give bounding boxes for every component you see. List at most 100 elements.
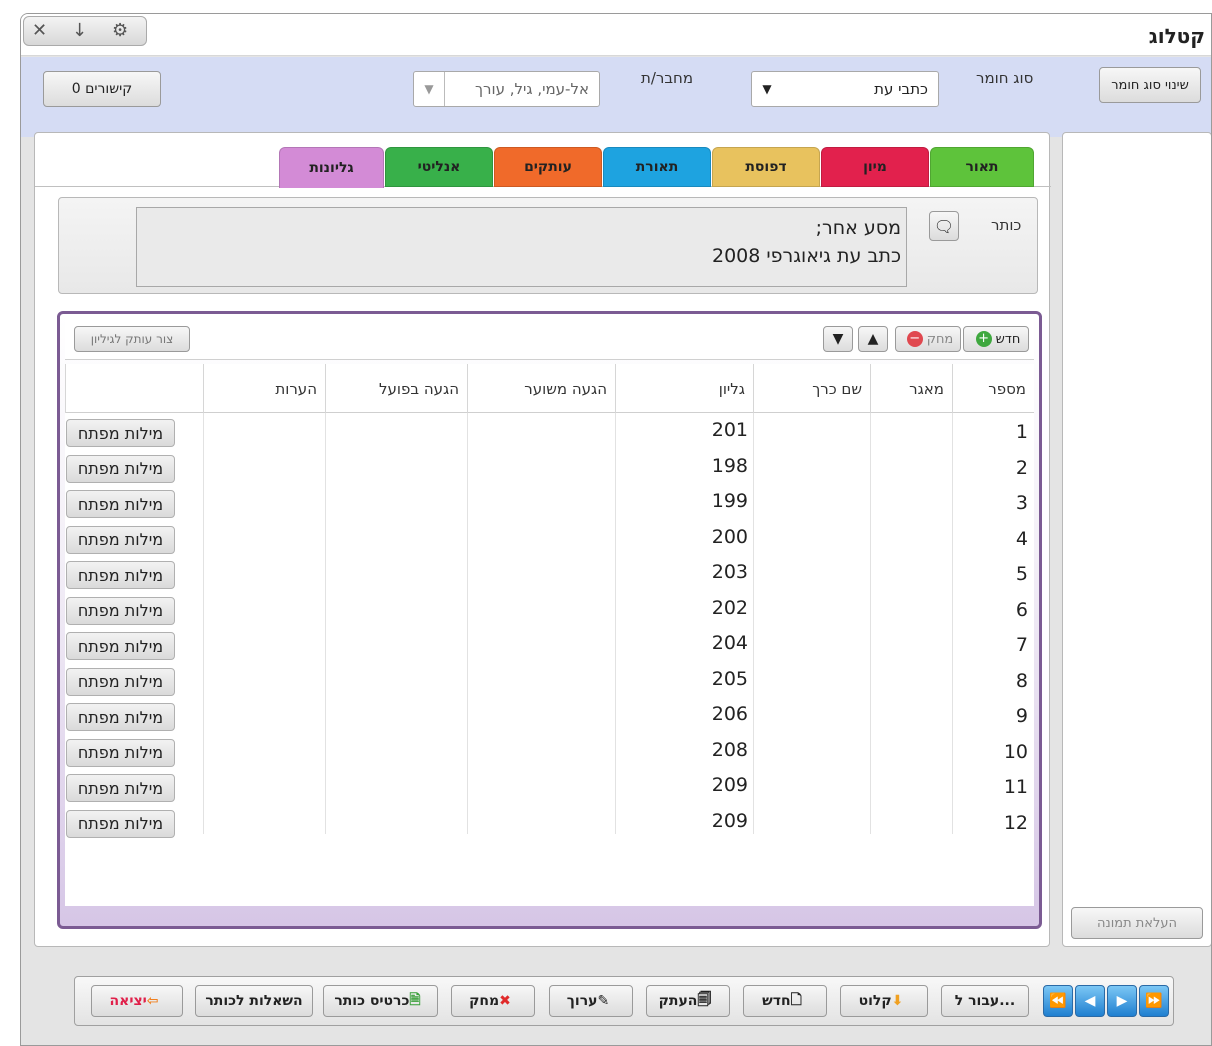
first-record-icon[interactable]: ⏪ (1043, 985, 1073, 1017)
row-number: 2 (1015, 456, 1028, 479)
keywords-button[interactable]: מילות מפתח (66, 419, 175, 447)
main-panel: תאור מיון דפוסת תאורת עותקים אנליטי גליו… (34, 132, 1051, 947)
table-row[interactable]: 6 202 מילות מפתח (65, 593, 1034, 629)
table-row[interactable]: 9 206 מילות מפתח (65, 699, 1034, 735)
import-button[interactable]: קלוט ⬇ (840, 985, 928, 1017)
exit-button[interactable]: יציאה ⇦ (91, 985, 183, 1017)
table-row[interactable]: 3 199 מילות מפתח (65, 486, 1034, 522)
col-keywords (65, 364, 203, 413)
keywords-button[interactable]: מילות מפתח (66, 809, 175, 838)
col-number[interactable]: מספר (952, 364, 1034, 413)
tab-copies[interactable]: עותקים (494, 147, 602, 187)
table-row[interactable]: 10 208 מילות מפתח (65, 735, 1034, 771)
row-number: 7 (1015, 634, 1028, 656)
tab-subjects[interactable]: תאורת (603, 147, 711, 187)
col-expected-arrival[interactable]: הגעה משוער (467, 364, 615, 413)
title-bar: ✕ ↓ ⚙ קטלוג (21, 14, 1211, 56)
keywords-button[interactable]: מילות מפתח (66, 454, 175, 483)
row-number: 1 (1015, 421, 1028, 443)
row-issue: 209 (711, 809, 748, 832)
row-number: 5 (1015, 563, 1028, 585)
tab-issues[interactable]: גליונות (279, 147, 384, 188)
chevron-down-icon[interactable]: ▼ (414, 72, 445, 106)
row-issue: 204 (711, 632, 748, 654)
table-row[interactable]: 12 209 מילות מפתח (65, 806, 1034, 842)
new-button[interactable]: חדש 🗋 (743, 985, 827, 1017)
row-issue: 198 (711, 454, 748, 477)
author-select[interactable]: אל-עמי, גיל, עורך ▼ (413, 71, 600, 107)
keywords-button[interactable]: מילות מפתח (66, 490, 175, 518)
row-number: 10 (1003, 740, 1028, 763)
settings-icon[interactable]: ⚙ (112, 20, 128, 41)
comment-icon[interactable]: 🗨 (929, 211, 959, 241)
material-type-select[interactable]: כתבי עת ▼ (751, 71, 939, 107)
keywords-button[interactable]: מילות מפתח (66, 738, 175, 767)
title-loans-button[interactable]: השאלות לכותר (195, 985, 313, 1017)
chevron-down-icon[interactable]: ▼ (752, 72, 782, 106)
action-toolbar: ⏩ ▶ ◀ ⏪ עבור ל... קלוט ⬇ חדש 🗋 העתק 🗐 ער… (74, 976, 1174, 1026)
table-row[interactable]: 7 204 מילות מפתח (65, 628, 1034, 664)
next-record-icon[interactable]: ▶ (1107, 985, 1137, 1017)
window-controls: ✕ ↓ ⚙ (23, 16, 147, 46)
move-up-button[interactable]: ▲ (858, 326, 888, 352)
table-row[interactable]: 2 198 מילות מפתח (65, 451, 1034, 487)
keywords-button[interactable]: מילות מפתח (66, 525, 175, 554)
links-button[interactable]: 0 קישורים (43, 71, 161, 107)
delete-issue-button[interactable]: − מחק (895, 326, 961, 352)
keywords-button[interactable]: מילות מפתח (66, 703, 175, 731)
upload-image-button[interactable]: העלאת תמונה (1071, 907, 1203, 939)
new-issue-button[interactable]: + חדש (963, 326, 1029, 352)
title-textarea[interactable]: מסע אחר; כתב עת גיאוגרפי 2008 (136, 207, 907, 287)
pencil-icon: ✎ (597, 993, 610, 1009)
row-issue: 200 (711, 525, 748, 548)
col-actual-arrival[interactable]: הגעה בפועל (325, 364, 467, 413)
keywords-button[interactable]: מילות מפתח (66, 561, 175, 589)
create-copy-button[interactable]: צור עותק לגיליון (74, 326, 190, 352)
tab-printing[interactable]: דפוסת (712, 147, 820, 187)
close-icon[interactable]: ✕ (32, 20, 47, 41)
tab-analytic[interactable]: אנליטי (385, 147, 493, 187)
keywords-button[interactable]: מילות מפתח (66, 774, 175, 802)
issues-table: מספר מאגר שם כרך גליון הגעה משוער הגעה ב… (65, 364, 1034, 906)
table-row[interactable]: 11 209 מילות מפתח (65, 770, 1034, 806)
tab-description[interactable]: תאור (930, 147, 1034, 187)
tab-classification[interactable]: מיון (821, 147, 929, 187)
copy-button[interactable]: העתק 🗐 (646, 985, 730, 1017)
keywords-button[interactable]: מילות מפתח (66, 667, 175, 696)
table-row[interactable]: 5 203 מילות מפתח (65, 557, 1034, 593)
title-section: כותר 🗨 מסע אחר; כתב עת גיאוגרפי 2008 (58, 197, 1038, 294)
chevron-up-icon: ▲ (867, 331, 879, 347)
prev-record-icon[interactable]: ◀ (1075, 985, 1105, 1017)
table-row[interactable]: 1 201 מילות מפתח (65, 415, 1034, 451)
issues-toolbar: + חדש − מחק ▲ ▼ צור עותק לגיליון (65, 318, 1034, 360)
issues-grid-panel: + חדש − מחק ▲ ▼ צור עותק לגיליון מספר מא… (57, 311, 1042, 929)
new-label: חדש (762, 993, 791, 1009)
keywords-button[interactable]: מילות מפתח (66, 596, 175, 625)
col-issue[interactable]: גליון (615, 364, 753, 413)
change-material-type-button[interactable]: שינוי סוג חומר (1099, 67, 1201, 103)
row-number: 3 (1015, 492, 1028, 514)
edit-button[interactable]: ערוך ✎ (549, 985, 633, 1017)
col-notes[interactable]: הערות (203, 364, 325, 413)
minimize-icon[interactable]: ↓ (72, 20, 87, 41)
col-database[interactable]: מאגר (870, 364, 952, 413)
row-number: 12 (1003, 811, 1028, 834)
goto-button[interactable]: עבור ל... (941, 985, 1029, 1017)
import-label: קלוט (858, 993, 892, 1009)
table-row[interactable]: 4 200 מילות מפתח (65, 522, 1034, 558)
title-line-1: מסע אחר; (815, 217, 901, 239)
table-row[interactable]: 8 205 מילות מפתח (65, 664, 1034, 700)
delete-button[interactable]: מחק ✖ (451, 985, 535, 1017)
title-card-button[interactable]: כרטיס כותר 🗎 (323, 985, 438, 1017)
exit-door-icon: ⇦ (146, 993, 159, 1009)
col-volume-name[interactable]: שם כרך (753, 364, 870, 413)
last-record-icon[interactable]: ⏩ (1139, 985, 1169, 1017)
add-icon: + (975, 331, 992, 347)
copy-icon: 🗐 (697, 992, 712, 1008)
row-issue: 203 (711, 561, 748, 583)
copy-label: העתק (658, 993, 698, 1009)
title-line-2: כתב עת גיאוגרפי 2008 (711, 245, 901, 267)
move-down-button[interactable]: ▼ (823, 326, 853, 352)
author-label: מחבר/ת (641, 69, 694, 87)
keywords-button[interactable]: מילות מפתח (66, 632, 175, 660)
